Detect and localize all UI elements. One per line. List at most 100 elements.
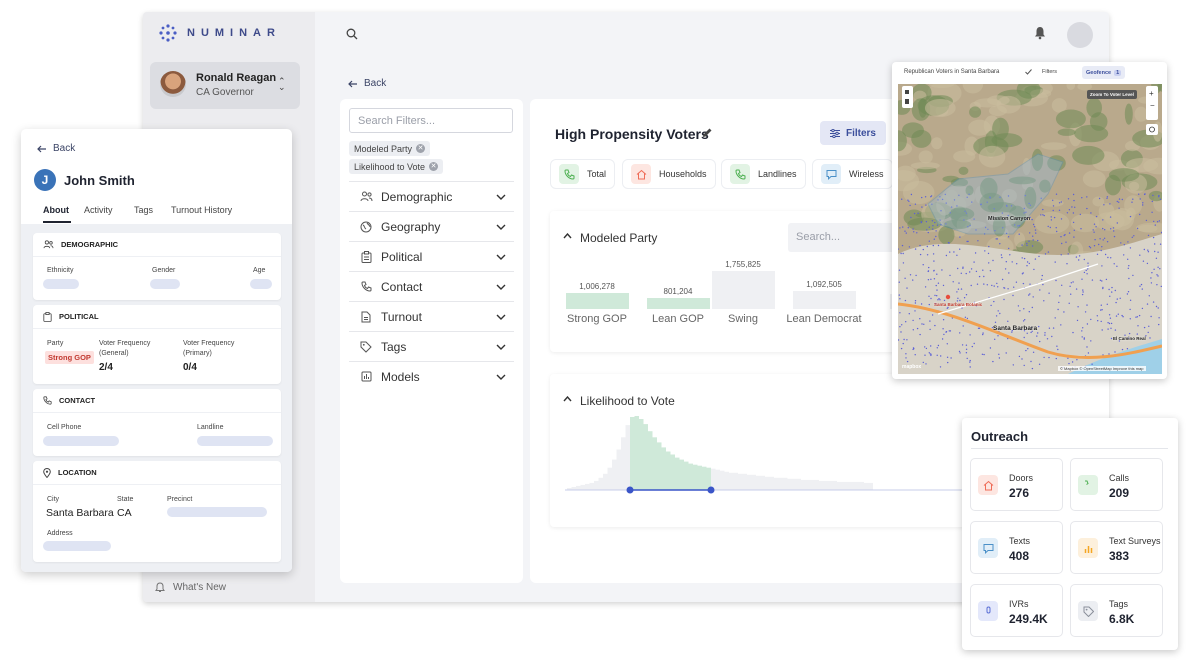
stat-households[interactable]: Households: [622, 159, 716, 189]
outreach-tile-doors[interactable]: Doors 276: [970, 458, 1063, 511]
zoom-out-icon[interactable]: −: [1150, 101, 1155, 110]
outreach-tile-ivrs[interactable]: IVRs 249.4K: [970, 584, 1063, 637]
account-avatar[interactable]: [1067, 22, 1093, 48]
voter-dot: [1015, 281, 1018, 283]
voter-dot: [1123, 244, 1125, 246]
outreach-value: 209: [1109, 486, 1130, 500]
locate-button[interactable]: [1146, 124, 1158, 135]
range-handle-max[interactable]: [707, 486, 715, 494]
filter-chip-modeled-party[interactable]: Modeled Party ✕: [349, 141, 431, 156]
tab-activity[interactable]: Activity: [84, 205, 113, 215]
voter-dot: [1146, 303, 1149, 305]
voter-dot: [1098, 243, 1100, 246]
ethnicity-value: [43, 279, 79, 289]
stat-landlines[interactable]: Landlines: [721, 159, 806, 189]
user-switcher[interactable]: Ronald Reagan CA Governor ⌃ ⌄: [150, 62, 300, 109]
filter-section-demographic[interactable]: Demographic: [349, 181, 514, 211]
stat-total[interactable]: Total: [550, 159, 616, 189]
map-attribution[interactable]: © Mapbox © OpenStreetMap Improve this ma…: [1058, 366, 1146, 371]
voter-dot: [905, 357, 907, 359]
notifications-bell-icon[interactable]: [1034, 26, 1046, 40]
stat-wireless[interactable]: Wireless: [812, 159, 893, 189]
filter-section-tags[interactable]: Tags: [349, 331, 514, 361]
voter-dot: [988, 245, 990, 248]
outreach-tile-calls[interactable]: Calls 209: [1070, 458, 1163, 511]
outreach-tile-texts[interactable]: Texts 408: [970, 521, 1063, 574]
freq-primary-label: Voter Frequency: [183, 340, 235, 347]
remove-chip-icon[interactable]: ✕: [416, 144, 426, 153]
chevron-up-icon[interactable]: [563, 396, 572, 402]
voter-dot: [986, 284, 988, 286]
voter-dot: [935, 235, 937, 238]
map-poi-label: Santa Barbara Botanic: [934, 302, 983, 307]
voter-dot: [942, 319, 945, 321]
tab-about[interactable]: About: [43, 205, 69, 215]
geofence-button[interactable]: Geofence 1: [1082, 66, 1126, 79]
tab-turnout-history[interactable]: Turnout History: [171, 205, 232, 215]
voter-dot: [1087, 352, 1090, 354]
profile-back-link[interactable]: Back: [37, 143, 75, 154]
square-draw-icon[interactable]: [905, 90, 909, 94]
bar-swing[interactable]: [711, 271, 775, 309]
outreach-tile-text-surveys[interactable]: Text Surveys 383: [1070, 521, 1163, 574]
draw-tools[interactable]: [902, 86, 913, 108]
whats-new-link[interactable]: What's New: [155, 582, 226, 593]
bar-lean-gop[interactable]: [646, 298, 710, 309]
voter-dot: [959, 332, 961, 334]
histogram-bar: [643, 424, 648, 490]
voter-dot: [1031, 367, 1034, 370]
location-pin-icon: [43, 467, 51, 478]
voter-dot: [922, 264, 924, 266]
histogram-bar: [630, 417, 635, 490]
bar-strong-gop[interactable]: [565, 293, 629, 309]
voter-dot: [1008, 247, 1010, 250]
check-icon[interactable]: [1025, 69, 1032, 75]
filters-button[interactable]: Filters: [820, 121, 886, 145]
edit-pencil-icon[interactable]: [702, 127, 713, 138]
range-handle-min[interactable]: [626, 486, 634, 494]
filter-search-input[interactable]: Search Filters...: [349, 108, 513, 133]
filter-section-contact[interactable]: Contact: [349, 271, 514, 301]
bar-lean-democrat[interactable]: [792, 291, 856, 309]
outreach-tile-tags[interactable]: Tags 6.8K: [1070, 584, 1163, 637]
voter-dot: [931, 220, 934, 222]
voter-dot: [1029, 283, 1031, 285]
histogram-bar: [639, 419, 644, 490]
back-link[interactable]: Back: [348, 78, 386, 89]
voter-dot: [1132, 274, 1134, 277]
filter-chip-likelihood[interactable]: Likelihood to Vote ✕: [349, 159, 444, 174]
voter-dot: [1159, 198, 1162, 200]
clipboard-icon: [359, 250, 373, 263]
voter-dot: [933, 278, 936, 280]
remove-chip-icon[interactable]: ✕: [429, 162, 439, 171]
filter-section-turnout[interactable]: Turnout: [349, 301, 514, 331]
filter-section-models[interactable]: Models: [349, 361, 514, 391]
brand[interactable]: NUMINAR: [159, 24, 281, 42]
voter-dot: [939, 366, 942, 368]
map-canvas[interactable]: + − Zoom To Voter Level Mission Canyon Sa…: [898, 84, 1162, 374]
voter-dot: [1116, 265, 1118, 267]
voter-dot: [1004, 268, 1007, 270]
histogram-bar: [837, 481, 842, 490]
voter-dot: [1143, 248, 1145, 251]
zoom-in-icon[interactable]: +: [1149, 89, 1154, 98]
filter-section-political[interactable]: Political: [349, 241, 514, 271]
brand-name: NUMINAR: [187, 27, 281, 39]
zoom-to-voter-level-button[interactable]: Zoom To Voter Level: [1087, 90, 1137, 99]
chip-label: Likelihood to Vote: [354, 161, 426, 172]
tab-tags[interactable]: Tags: [134, 205, 153, 215]
voter-dot: [927, 270, 930, 272]
search-icon[interactable]: [346, 28, 358, 40]
voter-dot: [1123, 254, 1125, 256]
filter-section-geography[interactable]: Geography: [349, 211, 514, 241]
voter-dot: [1061, 284, 1063, 286]
section-header: LOCATION: [33, 461, 281, 485]
voter-dot: [922, 248, 924, 251]
mapbox-logo: mapbox: [902, 364, 922, 370]
voter-dot: [1101, 246, 1103, 248]
histogram-bar: [585, 483, 590, 490]
trash-icon[interactable]: [905, 99, 909, 104]
voter-dot: [1100, 320, 1102, 323]
map-poi-marker[interactable]: [945, 294, 951, 300]
map-filters-button[interactable]: Filters: [1042, 69, 1057, 75]
